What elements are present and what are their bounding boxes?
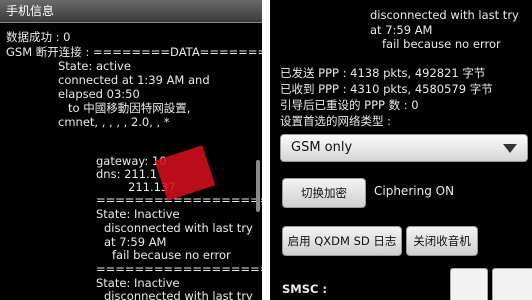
separator-line-2: ======================: [96, 262, 262, 276]
toggle-cipher-button[interactable]: 切换加密: [282, 178, 366, 208]
ppp-sent-line: 已发送 PPP : 4138 pkts, 492821 字节: [280, 66, 486, 80]
smsc-update-button[interactable]: [492, 268, 532, 300]
smsc-label: SMSC :: [282, 282, 328, 296]
scrollbar-thumb[interactable]: [256, 160, 260, 212]
panel-divider: [262, 0, 270, 300]
window-title: 手机信息: [0, 0, 262, 23]
left-screen: 手机信息 数据成功 : 0 GSM 断开连接 : ========DATA===…: [0, 0, 262, 300]
preferred-network-label: 设置首选的网络类型 :: [280, 114, 392, 128]
network-type-dropdown[interactable]: GSM only: [280, 134, 528, 162]
radio-off-button[interactable]: 关闭收音机: [406, 226, 478, 256]
dns-line-1: dns: 211.1: [96, 167, 158, 181]
last-try-time: at 7:59 AM: [370, 23, 433, 37]
chevron-down-icon: [503, 144, 517, 153]
enable-qxdm-log-button[interactable]: 启用 QXDM SD 日志: [282, 226, 402, 256]
ppp-reset-line: 引导后已重设的 PPP 数 : 0: [280, 98, 419, 112]
fail-reason-1: fail because no error: [112, 248, 231, 262]
disconnected-line: disconnected with last try: [370, 8, 519, 22]
apn-line: to 中國移動因特网設置,: [68, 101, 191, 115]
network-type-value: GSM only: [291, 140, 353, 155]
cipher-status: Ciphering ON: [374, 184, 455, 198]
disconnected-line-1: disconnected with last try: [104, 221, 253, 235]
state-line: State: active: [58, 59, 131, 73]
apn-params-line: cmnet, , , , , 2.0, , *: [58, 115, 170, 129]
fail-reason: fail because no error: [382, 37, 501, 51]
right-screen: disconnected with last try at 7:59 AM fa…: [270, 0, 532, 300]
ppp-received-line: 已收到 PPP : 4310 pkts, 4580579 字节: [280, 82, 493, 96]
smsc-input[interactable]: [450, 268, 488, 300]
connected-line: connected at 1:39 AM and: [58, 73, 210, 87]
disconnected-line-2: disconnected with last try: [104, 289, 253, 300]
gsm-disconnect-line: GSM 断开连接 : ========DATA=======: [6, 45, 262, 59]
data-success-line: 数据成功 : 0: [6, 30, 71, 44]
state-inactive-line-2: State: Inactive: [96, 276, 180, 290]
last-try-time-1: at 7:59 AM: [104, 235, 167, 249]
elapsed-line: elapsed 03:50: [58, 87, 140, 101]
state-inactive-line-1: State: Inactive: [96, 207, 180, 221]
